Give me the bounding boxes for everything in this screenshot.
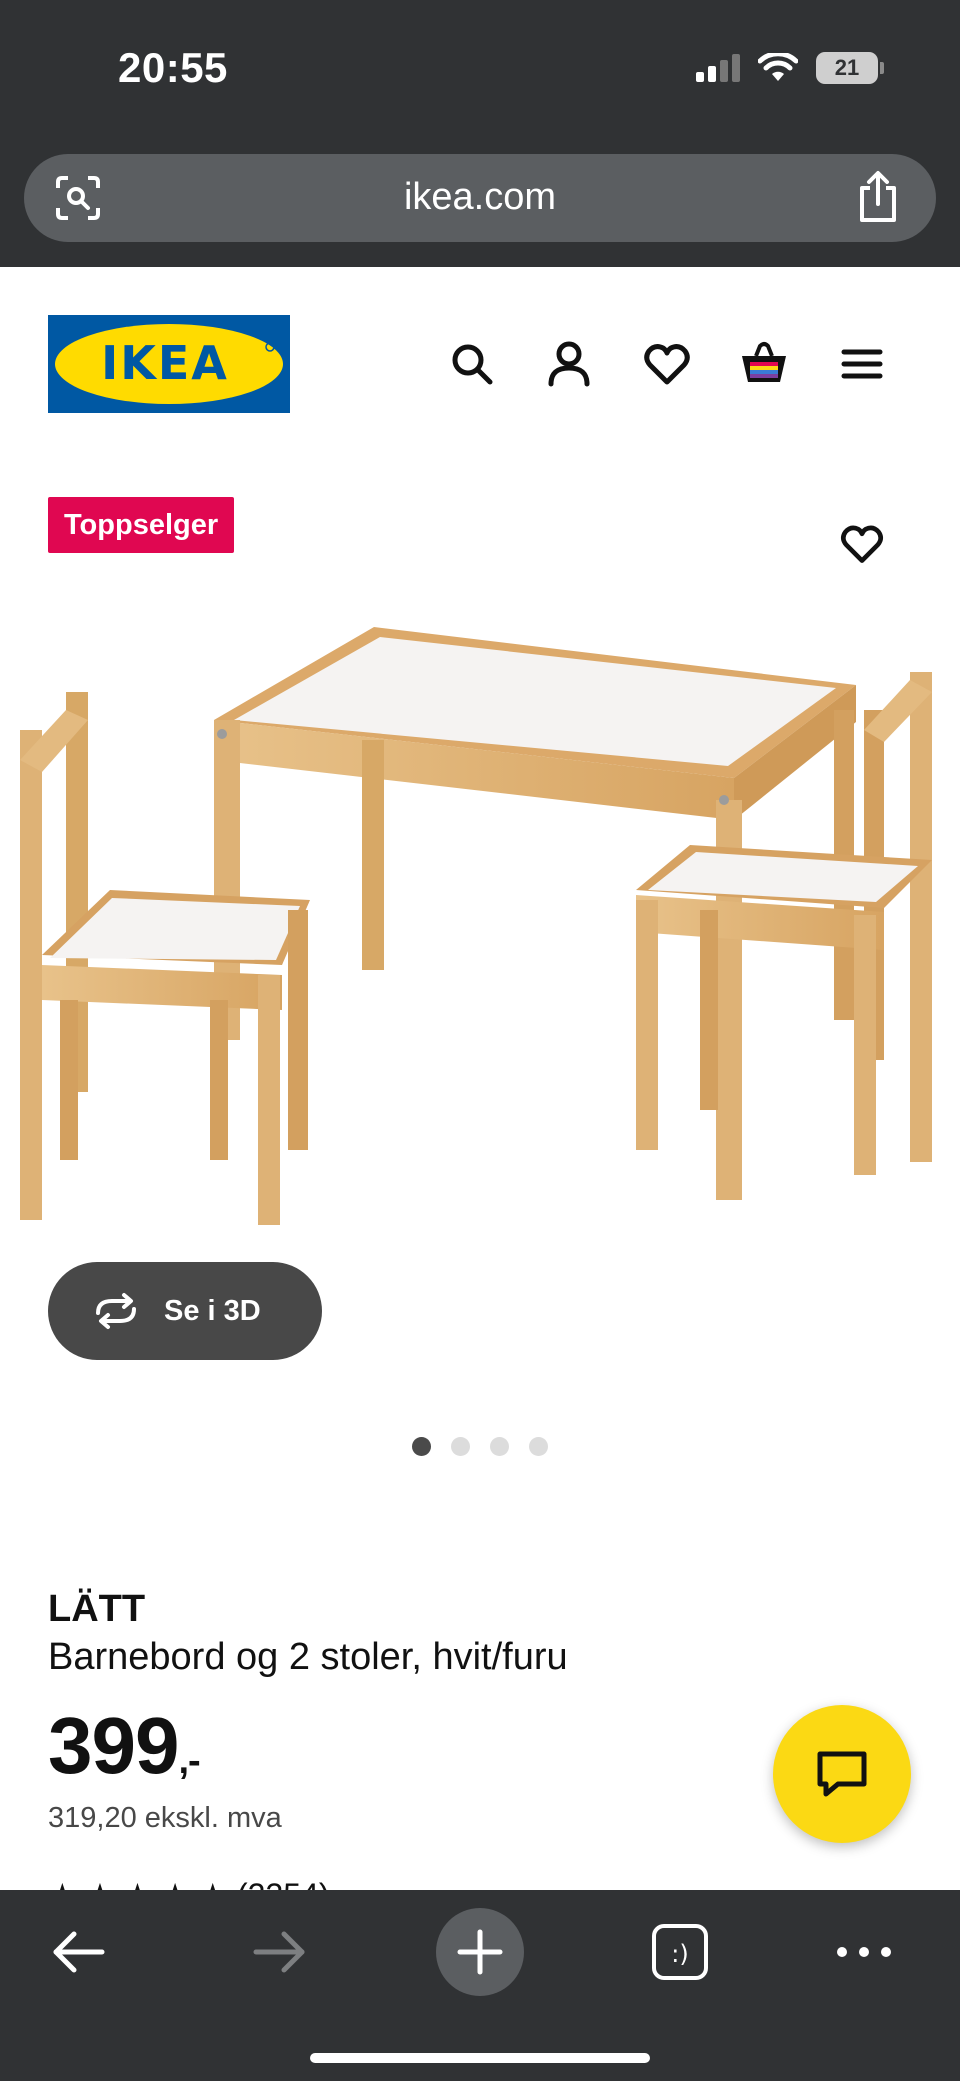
battery-level: 21 bbox=[834, 55, 860, 80]
status-time: 20:55 bbox=[118, 44, 228, 91]
back-icon[interactable] bbox=[46, 1920, 110, 1984]
rotate-3d-icon bbox=[96, 1293, 136, 1329]
price-suffix: ,- bbox=[178, 1740, 200, 1782]
product-name: LÄTT bbox=[48, 1588, 146, 1630]
product-price: 399,- bbox=[48, 1700, 201, 1792]
chat-icon bbox=[817, 1751, 867, 1797]
tabs-icon[interactable]: :) bbox=[648, 1920, 712, 1984]
product-image[interactable] bbox=[0, 610, 960, 1280]
browser-toolbar: :) bbox=[0, 1890, 960, 2081]
gallery-dot-4[interactable] bbox=[529, 1437, 548, 1456]
ikea-logo-text: IKEA bbox=[101, 336, 229, 390]
address-bar[interactable]: ikea.com bbox=[24, 154, 936, 242]
add-to-favourites-heart-icon[interactable] bbox=[838, 520, 886, 568]
gallery-dot-2[interactable] bbox=[451, 1437, 470, 1456]
chat-button[interactable] bbox=[773, 1705, 911, 1843]
tabs-glyph: :) bbox=[671, 1940, 688, 1968]
top-seller-badge: Toppselger bbox=[48, 497, 235, 553]
cellular-signal-icon bbox=[696, 54, 740, 82]
gallery-pagination bbox=[0, 1437, 960, 1456]
heart-icon[interactable] bbox=[641, 338, 693, 390]
home-indicator bbox=[310, 2053, 650, 2063]
view-in-3d-label: Se i 3D bbox=[164, 1294, 261, 1327]
shopping-bag-icon[interactable] bbox=[738, 338, 790, 390]
account-icon[interactable] bbox=[543, 338, 595, 390]
browser-top-chrome: 20:55 21 ikea.com bbox=[0, 0, 960, 267]
left-chair-illustration bbox=[20, 692, 310, 1225]
price-excluding-vat: 319,20 ekskl. mva bbox=[48, 1802, 282, 1834]
new-tab-button[interactable] bbox=[436, 1908, 524, 1996]
battery-indicator: 21 bbox=[816, 52, 884, 84]
forward-icon[interactable] bbox=[248, 1920, 312, 1984]
price-value: 399 bbox=[48, 1701, 179, 1790]
view-in-3d-button[interactable]: Se i 3D bbox=[48, 1262, 322, 1360]
new-tab-icon bbox=[457, 1929, 503, 1975]
url-text[interactable]: ikea.com bbox=[24, 176, 936, 219]
wifi-icon bbox=[758, 53, 798, 81]
status-icons: 21 bbox=[696, 52, 884, 84]
gallery-dot-3[interactable] bbox=[490, 1437, 509, 1456]
search-icon[interactable] bbox=[446, 338, 498, 390]
ikea-logo[interactable]: IKEA bbox=[48, 315, 290, 413]
product-description: Barnebord og 2 stoler, hvit/furu bbox=[48, 1636, 568, 1678]
share-icon[interactable] bbox=[854, 170, 902, 224]
gallery-dot-1[interactable] bbox=[412, 1437, 431, 1456]
more-icon[interactable] bbox=[832, 1920, 896, 1984]
menu-icon[interactable] bbox=[836, 338, 888, 390]
